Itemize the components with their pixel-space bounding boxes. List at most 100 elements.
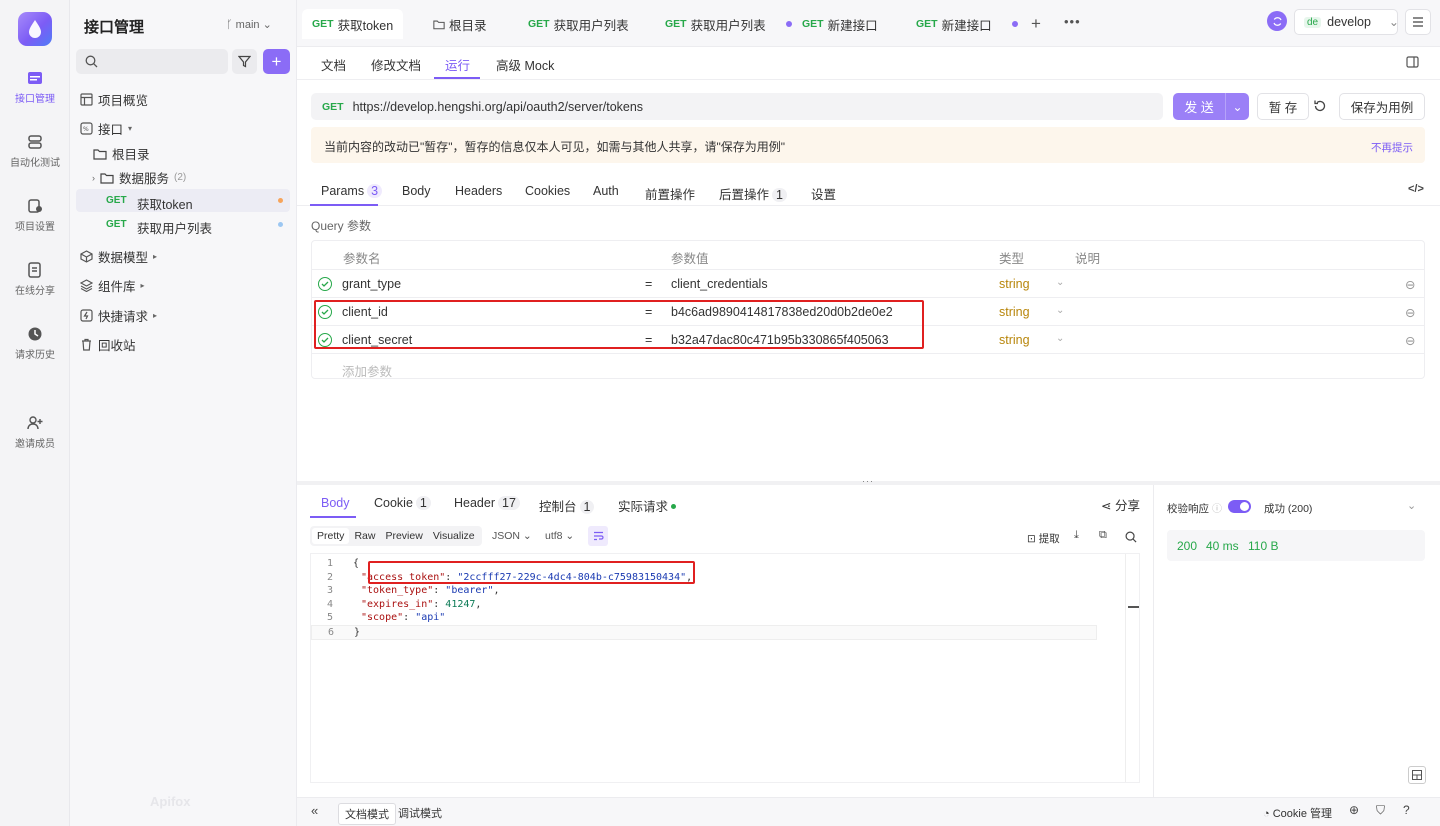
remove-circle-icon[interactable]: ⊖ <box>1405 277 1415 292</box>
subtab-run[interactable]: 运行 <box>445 55 470 74</box>
add-param-row[interactable]: 添加参数 <box>312 353 1424 379</box>
help-icon[interactable]: ? <box>1403 803 1410 817</box>
branch-selector[interactable]: ᚴ main ⌄ <box>226 18 272 31</box>
rail-api-management[interactable]: 接口管理 <box>0 70 70 105</box>
resp-tab-console[interactable]: 控制台 1 <box>539 496 595 515</box>
encoding-select[interactable]: utf8 ⌄ <box>545 530 574 542</box>
tree-item-user-list[interactable]: GET 获取用户列表 <box>76 213 290 236</box>
response-size: 110 B <box>1248 539 1279 553</box>
debug-mode-button[interactable]: 调试模式 <box>398 805 442 821</box>
add-button[interactable]: + <box>263 49 290 74</box>
extract-button[interactable]: ⊡ 提取 <box>1027 531 1060 546</box>
tree-data-service[interactable]: › 数据服务 (2) <box>92 168 186 187</box>
tree-components[interactable]: 组件库 ▸ <box>80 276 145 295</box>
tab-new-api-2[interactable]: GET 新建接口 <box>916 9 1018 39</box>
tree-trash[interactable]: 回收站 <box>80 335 136 354</box>
tab-user-list-2[interactable]: GET 获取用户列表 <box>665 9 792 39</box>
shirt-icon[interactable]: ⛉ <box>1376 803 1385 818</box>
tab-settings[interactable]: 设置 <box>811 184 836 203</box>
rail-project-settings[interactable]: 项目设置 <box>0 198 70 233</box>
query-label: Query 参数 <box>311 219 372 233</box>
resp-tab-actual-request[interactable]: 实际请求 <box>618 496 677 515</box>
url-bar[interactable]: GET https://develop.hengshi.org/api/oaut… <box>311 93 1163 120</box>
rail-history[interactable]: 请求历史 <box>0 326 70 361</box>
tab-pre-ops[interactable]: 前置操作 <box>645 184 695 203</box>
tab-user-list-1[interactable]: GET 获取用户列表 <box>528 9 629 39</box>
tree-item-get-token[interactable]: GET 获取token <box>76 189 290 212</box>
download-icon[interactable]: ⤓ <box>1074 529 1079 542</box>
tree-data-model[interactable]: 数据模型 ▸ <box>80 247 157 266</box>
tab-post-ops[interactable]: 后置操作 1 <box>719 184 787 203</box>
send-options-chevron-icon[interactable]: ⌄ <box>1226 93 1249 120</box>
tab-get-token[interactable]: GET 获取token <box>302 9 404 39</box>
resp-tab-cookie[interactable]: Cookie 1 <box>374 496 431 510</box>
collapse-icon[interactable]: « <box>311 803 318 818</box>
url-input[interactable]: https://develop.hengshi.org/api/oauth2/s… <box>353 100 643 114</box>
tree-root[interactable]: 根目录 <box>93 144 150 163</box>
search-input[interactable] <box>76 49 228 74</box>
view-preview[interactable]: Preview <box>380 528 427 544</box>
rail-online-share[interactable]: 在线分享 <box>0 262 70 297</box>
search-icon[interactable] <box>1125 531 1137 543</box>
validate-toggle[interactable] <box>1228 500 1251 513</box>
view-visualize[interactable]: Visualize <box>428 528 480 544</box>
cookie-manager-button[interactable]: ◔ Cookie 管理 <box>1263 805 1332 821</box>
subtab-edit-doc[interactable]: 修改文档 <box>371 55 421 74</box>
check-circle-icon[interactable] <box>318 277 332 291</box>
share-button[interactable]: ⋖ 分享 <box>1101 495 1140 514</box>
panel-toggle-icon[interactable] <box>1406 56 1419 68</box>
more-icon[interactable]: ••• <box>1064 14 1081 29</box>
subtab-doc[interactable]: 文档 <box>321 55 346 74</box>
scrollbar[interactable] <box>1125 554 1139 782</box>
save-case-button[interactable]: 保存为用例 <box>1339 93 1425 120</box>
env-selector[interactable]: de develop ⌄ <box>1294 9 1399 35</box>
response-code-editor[interactable]: 1{ 2 "access_token": "2ccfff27-229c-4dc4-… <box>310 553 1140 783</box>
view-pretty[interactable]: Pretty <box>312 528 350 544</box>
tab-auth[interactable]: Auth <box>593 184 619 198</box>
chevron-down-icon[interactable]: ⌄ <box>1056 277 1064 288</box>
sync-icon[interactable] <box>1267 11 1287 31</box>
app-logo <box>18 12 52 46</box>
format-select[interactable]: JSON ⌄ <box>492 530 532 542</box>
tree-overview[interactable]: 项目概览 <box>80 90 148 109</box>
rail-invite[interactable]: 邀请成员 <box>0 415 70 450</box>
reset-icon[interactable] <box>1312 98 1328 117</box>
layout-toggle-icon[interactable] <box>1408 766 1426 784</box>
tree-quick-request[interactable]: 快捷请求 ▸ <box>80 306 157 325</box>
dismiss-link[interactable]: 不再提示 <box>1371 140 1413 155</box>
doc-mode-button[interactable]: 文档模式 <box>338 803 396 825</box>
remove-circle-icon[interactable]: ⊖ <box>1405 333 1415 348</box>
unsaved-dot <box>1011 21 1018 27</box>
chevron-down-icon[interactable]: ⌄ <box>1056 305 1064 316</box>
chevron-down-icon[interactable]: ⌄ <box>1407 499 1416 512</box>
rail-automation[interactable]: 自动化测试 <box>0 134 70 169</box>
bolt-icon <box>80 309 93 322</box>
view-raw[interactable]: Raw <box>349 528 380 544</box>
new-tab-plus-icon[interactable]: + <box>1031 14 1041 34</box>
send-button[interactable]: 发 送 <box>1173 93 1226 120</box>
code-icon[interactable]: </> <box>1408 183 1424 195</box>
resp-tab-header[interactable]: Header 17 <box>454 496 520 510</box>
copy-icon[interactable]: ⧉ <box>1099 529 1107 542</box>
resp-tab-body[interactable]: Body <box>321 496 350 510</box>
table-row[interactable]: grant_type = client_credentials string ⌄… <box>312 269 1424 297</box>
wrap-lines-button[interactable] <box>588 526 608 546</box>
table-header: 参数名 参数值 类型 说明 <box>343 252 1101 266</box>
filter-button[interactable] <box>232 49 257 74</box>
tab-params[interactable]: Params 3 <box>321 184 383 198</box>
response-panel: Body Cookie 1 Header 17 控制台 1 实际请求 ⋖ 分享 Pre… <box>297 485 1154 797</box>
subtab-mock[interactable]: 高级 Mock <box>496 55 554 74</box>
save-draft-button[interactable]: 暂 存 <box>1257 93 1309 120</box>
tab-body[interactable]: Body <box>402 184 431 198</box>
tab-cookies[interactable]: Cookies <box>525 184 570 198</box>
help-icon: ⓘ <box>1212 504 1222 515</box>
tab-root[interactable]: 根目录 <box>433 9 487 39</box>
chevron-down-icon[interactable]: ⌄ <box>1056 333 1064 344</box>
upload-icon[interactable]: ⊕ <box>1349 803 1359 817</box>
env-menu-button[interactable] <box>1405 9 1431 35</box>
tab-headers[interactable]: Headers <box>455 184 502 198</box>
tab-new-api-1[interactable]: GET 新建接口 <box>802 9 878 39</box>
tree-api[interactable]: % 接口 ▾ <box>80 119 132 138</box>
remove-circle-icon[interactable]: ⊖ <box>1405 305 1415 320</box>
validate-status-select[interactable]: 成功 (200) <box>1264 501 1312 516</box>
